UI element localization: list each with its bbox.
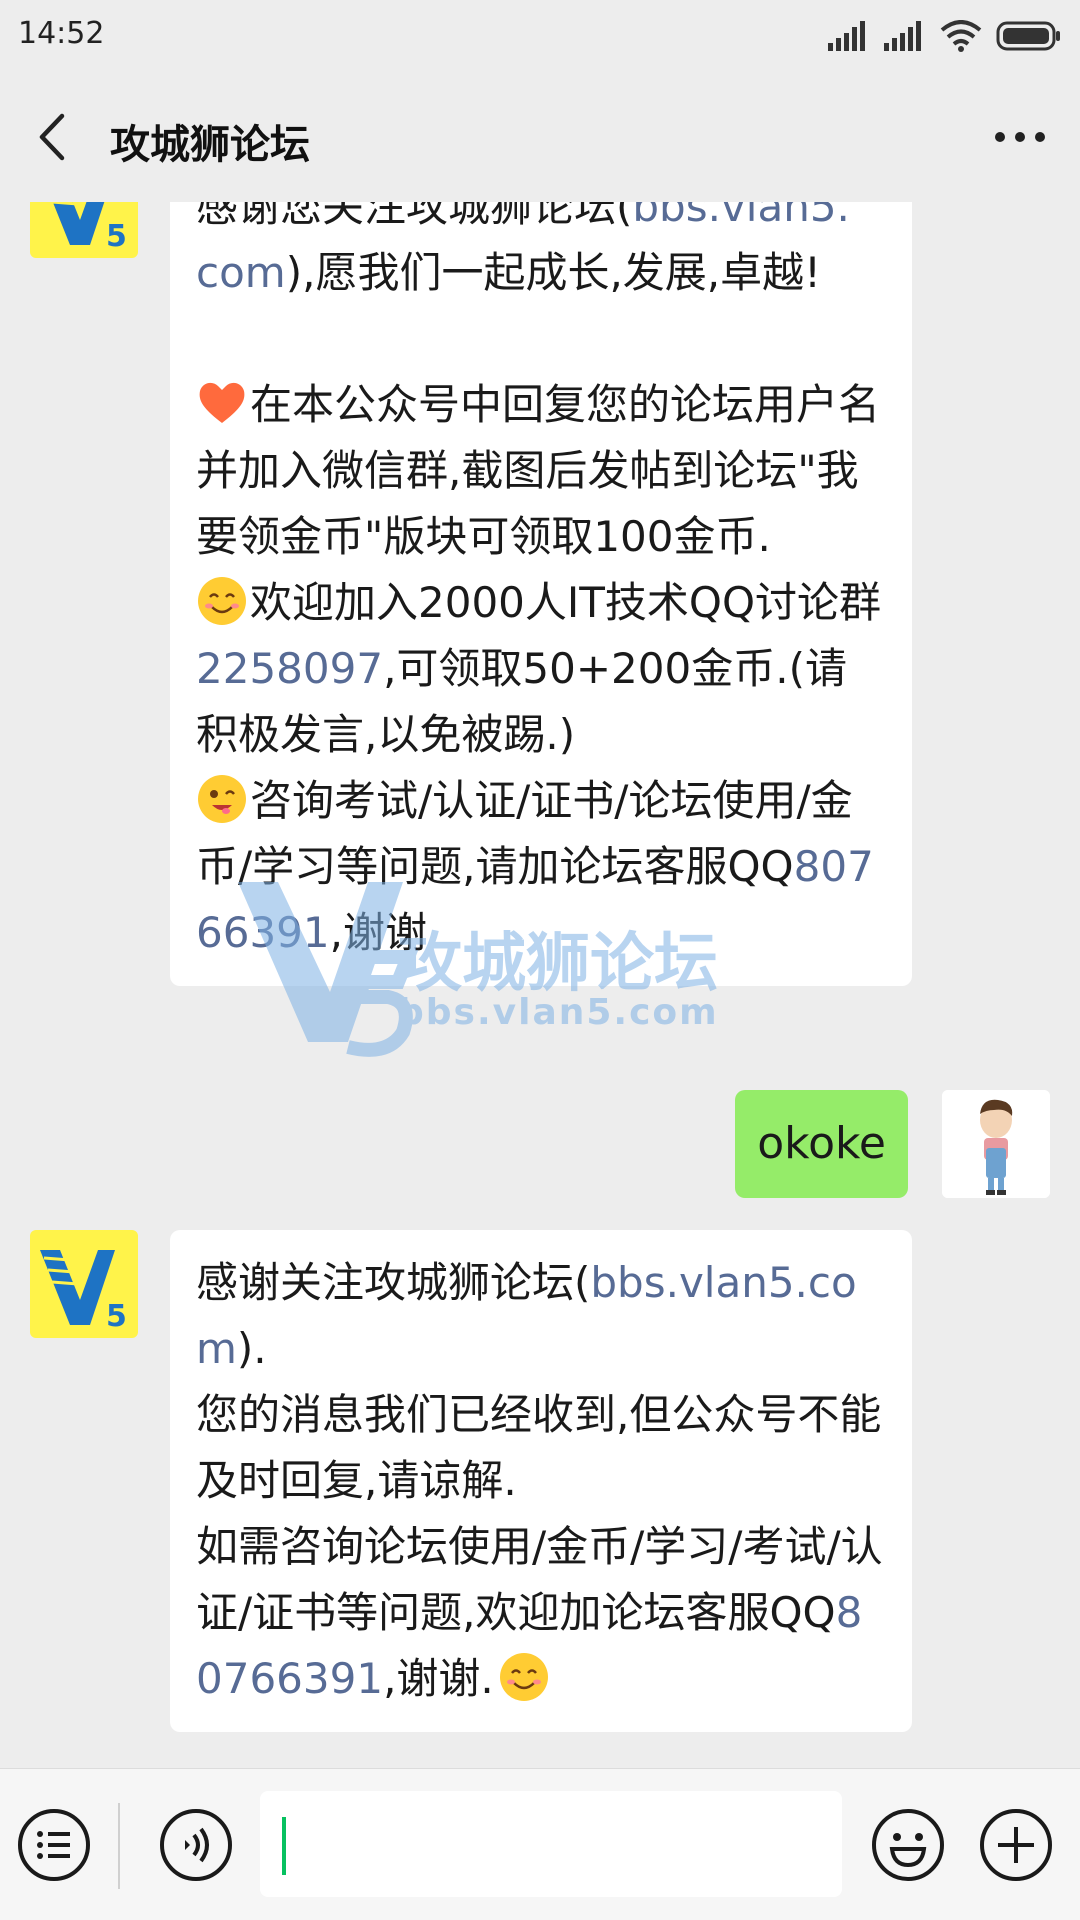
watermark-url: bbs.vlan5.com xyxy=(398,992,719,1033)
cartoon-boy-avatar-icon xyxy=(942,1090,1050,1198)
svg-text:5: 5 xyxy=(106,1299,127,1334)
msg3-line-b: ). xyxy=(236,1324,267,1373)
chat-header: 攻城狮论坛 xyxy=(0,72,1080,202)
status-time: 14:52 xyxy=(18,16,105,51)
svg-text:5: 5 xyxy=(106,219,127,254)
chat-area[interactable]: 5 感谢您关注攻城狮论坛(bbs.vlan5. com),愿我们一起成长,发展,… xyxy=(0,202,1080,1768)
message-bubble-3[interactable]: 感谢关注攻城狮论坛(bbs.vlan5.com). 您的消息我们已经收到,但公众… xyxy=(170,1230,912,1732)
more-icon[interactable] xyxy=(990,122,1050,152)
status-icons xyxy=(828,18,1062,54)
my-avatar[interactable] xyxy=(942,1090,1050,1198)
smile-emoji-icon xyxy=(499,1653,548,1701)
text-caret xyxy=(282,1817,286,1875)
status-bar: 14:52 xyxy=(0,0,1080,72)
message-input[interactable] xyxy=(260,1791,842,1897)
smile-emoji-icon xyxy=(198,577,246,625)
heart-emoji-icon xyxy=(199,382,245,423)
msg3-line-d: 如需咨询论坛使用/金币/学习/考试/认证/证书等问题,欢迎加论坛客服QQ xyxy=(196,1522,883,1637)
msg1-partial-link[interactable]: bbs.vlan5. xyxy=(632,202,850,231)
msg1-qq-group-link[interactable]: 2258097 xyxy=(196,644,383,693)
message-bubble-1[interactable]: 感谢您关注攻城狮论坛(bbs.vlan5. com),愿我们一起成长,发展,卓越… xyxy=(170,202,912,986)
v5-logo-icon: 5 xyxy=(30,1230,138,1338)
battery-icon xyxy=(996,21,1060,51)
msg1-line1-rest: ),愿我们一起成长,发展,卓越! xyxy=(285,248,821,297)
emoji-icon[interactable] xyxy=(870,1807,946,1883)
msg1-paragraph-1: 在本公众号中回复您的论坛用户名并加入微信群,截图后发帖到论坛"我要领金币"版块可… xyxy=(196,372,886,570)
my-message-text: okoke xyxy=(757,1118,886,1169)
msg1-p1-text: 在本公众号中回复您的论坛用户名并加入微信群,截图后发帖到论坛"我要领金币"版块可… xyxy=(196,380,881,561)
msg1-p2-text: 欢迎加入2000人IT技术QQ讨论群 xyxy=(250,578,882,627)
signal-icon xyxy=(828,21,865,51)
msg1-paragraph-3: 咨询考试/认证/证书/论坛使用/金币/学习等问题,请加论坛客服QQ8076639… xyxy=(196,768,886,966)
my-message-bubble[interactable]: okoke xyxy=(735,1090,908,1198)
msg1-partial-text: 感谢您关注攻城狮论坛( xyxy=(196,202,633,231)
msg1-p3-rest: ,谢谢 xyxy=(329,908,427,957)
wifi-icon xyxy=(940,20,982,52)
input-bar xyxy=(0,1768,1080,1920)
msg3-line-a: 感谢关注攻城狮论坛( xyxy=(196,1258,591,1307)
msg3-line-c: 您的消息我们已经收到,但公众号不能及时回复,请谅解. xyxy=(196,1390,882,1505)
plus-icon[interactable] xyxy=(978,1807,1054,1883)
msg1-link-com[interactable]: com xyxy=(196,248,286,297)
back-arrow-icon[interactable] xyxy=(30,110,78,164)
input-divider xyxy=(118,1803,120,1889)
msg1-p3-text: 咨询考试/认证/证书/论坛使用/金币/学习等问题,请加论坛客服QQ xyxy=(196,776,853,891)
v5-logo-icon: 5 xyxy=(30,202,138,258)
signal-icon-2 xyxy=(884,21,921,51)
official-avatar[interactable]: 5 xyxy=(30,202,138,258)
wink-emoji-icon xyxy=(198,775,246,823)
menu-list-icon[interactable] xyxy=(16,1807,92,1883)
msg1-paragraph-2: 欢迎加入2000人IT技术QQ讨论群2258097,可领取50+200金币.(请… xyxy=(196,570,886,768)
voice-icon[interactable] xyxy=(158,1807,234,1883)
official-avatar-2[interactable]: 5 xyxy=(30,1230,138,1338)
msg3-line-e: ,谢谢. xyxy=(383,1654,494,1703)
page-title: 攻城狮论坛 xyxy=(110,122,310,168)
